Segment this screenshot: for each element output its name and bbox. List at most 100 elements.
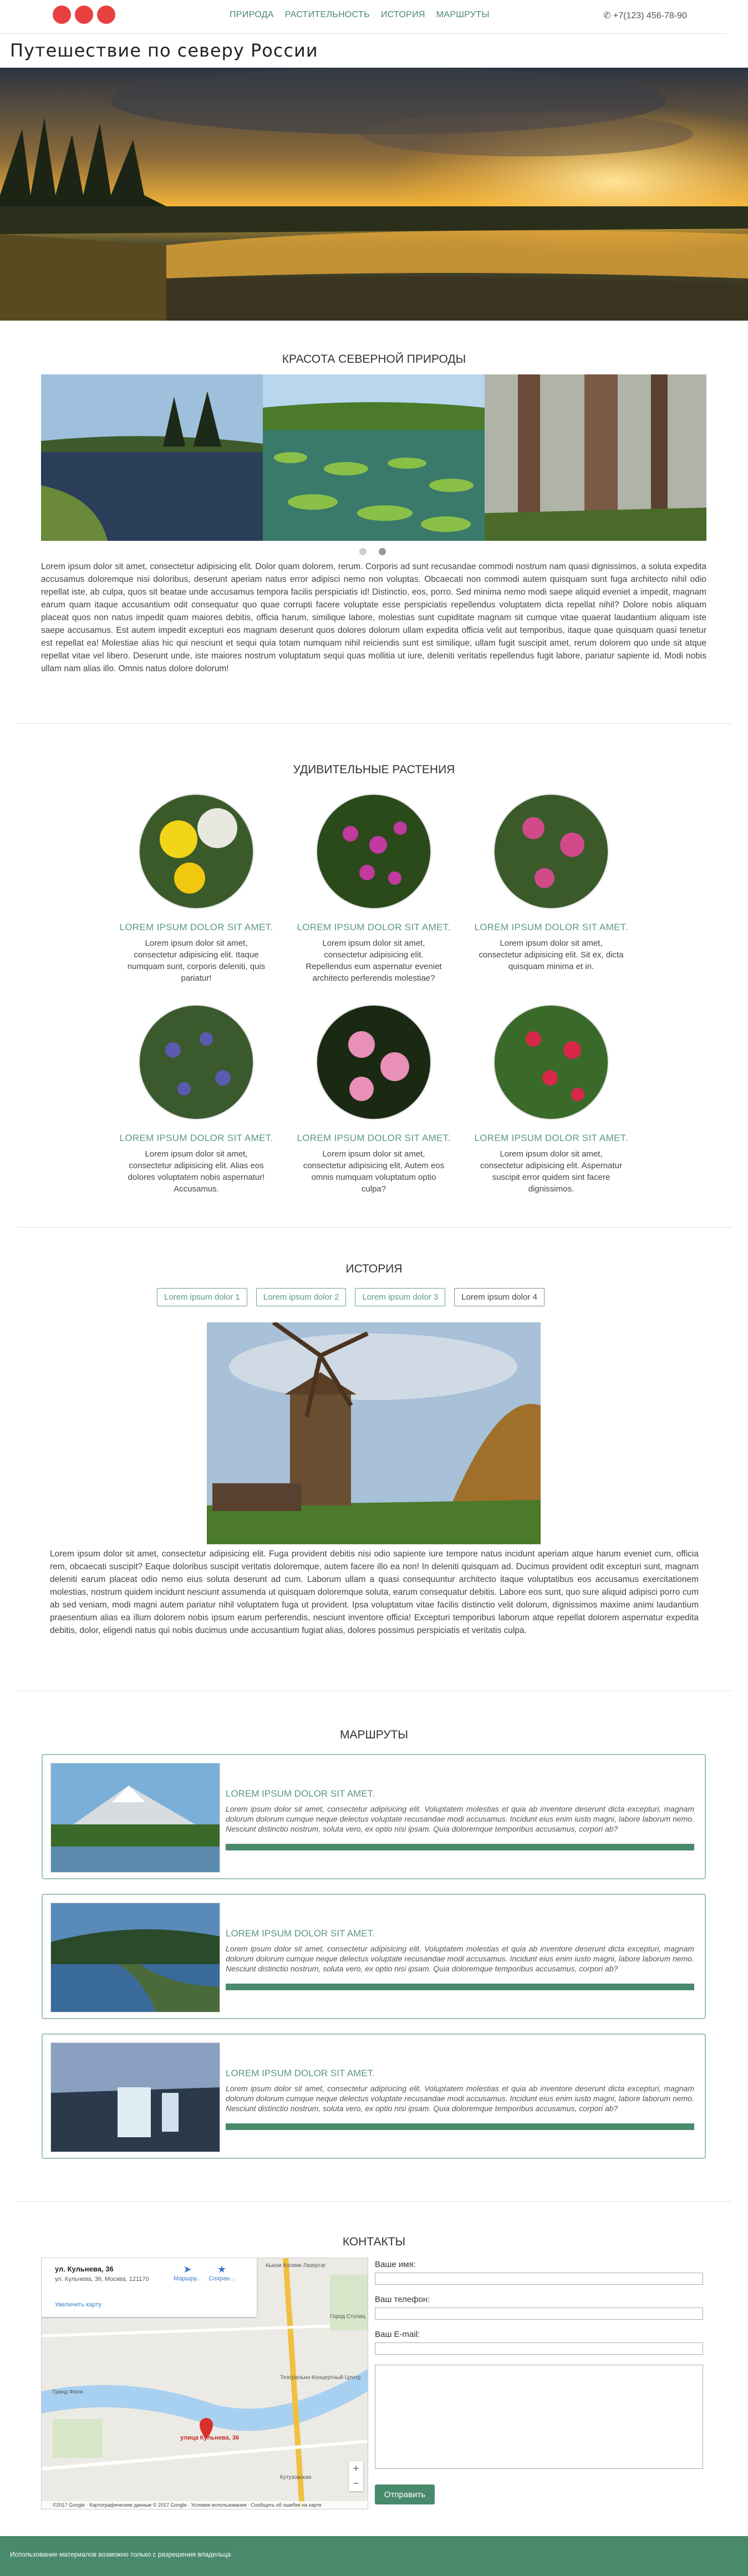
plant-heading: LOREM IPSUM DOLOR SIT AMET. bbox=[297, 922, 451, 932]
map-pin-label: улица Кульнева, 36 bbox=[180, 2435, 240, 2441]
email-field[interactable] bbox=[375, 2342, 703, 2355]
route-heading: LOREM IPSUM DOLOR SIT AMET. bbox=[226, 1928, 375, 1939]
phone-icon: ✆ bbox=[603, 11, 611, 21]
map-label: Театрально-Концертный Центр bbox=[280, 2375, 361, 2381]
carousel-indicators bbox=[359, 548, 386, 555]
tab-history-2[interactable]: Lorem ipsum dolor 2 bbox=[256, 1288, 347, 1306]
save-button-label: Сохран... bbox=[208, 2275, 235, 2282]
phone-field[interactable] bbox=[375, 2308, 703, 2320]
tab-history-4[interactable]: Lorem ipsum dolor 4 bbox=[454, 1288, 545, 1306]
routes-section-title: МАРШРУТЫ bbox=[339, 1728, 409, 1741]
section-divider bbox=[17, 723, 732, 724]
route-image bbox=[50, 1763, 220, 1873]
contacts-section-title: КОНТАКТЫ bbox=[342, 2235, 406, 2248]
nav-link-nature[interactable]: ПРИРОДА bbox=[230, 10, 274, 20]
email-label: Ваш E-mail: bbox=[375, 2330, 420, 2339]
map-label: Кьюзи Космик Лазертаг bbox=[266, 2263, 326, 2269]
plants-section-title: УДИВИТЕЛЬНЫЕ РАСТЕНИЯ bbox=[293, 763, 455, 776]
star-icon: ★ bbox=[217, 2264, 227, 2275]
contact-form: Ваше имя: Ваш телефон: Ваш E-mail: bbox=[375, 2260, 703, 2469]
plant-heading: LOREM IPSUM DOLOR SIT AMET. bbox=[119, 922, 273, 932]
plant-card: LOREM IPSUM DOLOR SIT AMET. Lorem ipsum … bbox=[473, 1005, 629, 1195]
history-section-title: ИСТОРИЯ bbox=[345, 1262, 403, 1275]
nav-link-plants[interactable]: РАСТИТЕЛЬНОСТЬ bbox=[285, 10, 370, 20]
route-card: LOREM IPSUM DOLOR SIT AMET. Lorem ipsum … bbox=[42, 1754, 706, 1879]
route-button-label: Маршру... bbox=[174, 2275, 201, 2282]
top-bar: ПРИРОДА РАСТИТЕЛЬНОСТЬ ИСТОРИЯ МАРШРУТЫ … bbox=[0, 0, 748, 31]
google-map[interactable]: ул. Кульнева, 36 ул. Кульнева, 36, Москв… bbox=[41, 2258, 368, 2509]
name-field[interactable] bbox=[375, 2273, 703, 2285]
logo-dot bbox=[97, 6, 115, 24]
directions-icon: ➤ bbox=[183, 2264, 192, 2275]
zoom-out-icon[interactable]: − bbox=[349, 2476, 363, 2491]
plant-text: Lorem ipsum dolor sit amet, consectetur … bbox=[479, 939, 624, 971]
map-label: Кутузовская bbox=[280, 2474, 312, 2481]
hero-image bbox=[0, 68, 748, 321]
route-image bbox=[50, 1903, 220, 2012]
map-label: Гранд Фили bbox=[53, 2389, 83, 2395]
tab-history-3[interactable]: Lorem ipsum dolor 3 bbox=[355, 1288, 446, 1306]
send-button[interactable]: Отправить bbox=[375, 2484, 435, 2504]
nav-link-history[interactable]: ИСТОРИЯ bbox=[381, 10, 425, 20]
plant-image bbox=[139, 794, 253, 909]
page-title: Путешествие по северу России bbox=[10, 40, 318, 61]
zoom-in-icon[interactable]: + bbox=[349, 2461, 363, 2476]
logo-dot bbox=[75, 6, 93, 24]
route-button[interactable]: ➤ Маршру... bbox=[174, 2264, 201, 2282]
plant-image bbox=[317, 1005, 431, 1119]
phone-text: +7(123) 456-78-90 bbox=[613, 11, 687, 21]
route-card: LOREM IPSUM DOLOR SIT AMET. Lorem ipsum … bbox=[42, 1894, 706, 2019]
history-tabs: Lorem ipsum dolor 1 Lorem ipsum dolor 2 … bbox=[157, 1288, 545, 1306]
history-image bbox=[207, 1322, 541, 1544]
footer-text: Использование материалов возможно только… bbox=[10, 2550, 231, 2558]
plant-heading: LOREM IPSUM DOLOR SIT AMET. bbox=[119, 1133, 273, 1143]
phone-label: Ваш телефон: bbox=[375, 2295, 430, 2304]
carousel-slide bbox=[485, 374, 706, 541]
map-label: Город Столиц bbox=[330, 2314, 366, 2320]
route-bar bbox=[226, 1844, 694, 1850]
route-text: Lorem ipsum dolor sit amet, consectetur … bbox=[226, 1944, 694, 1973]
plant-image bbox=[139, 1005, 253, 1119]
carousel-slide bbox=[263, 374, 485, 541]
route-card: LOREM IPSUM DOLOR SIT AMET. Lorem ipsum … bbox=[42, 2034, 706, 2159]
message-field[interactable] bbox=[375, 2365, 703, 2469]
phone-number[interactable]: ✆ +7(123) 456-78-90 bbox=[603, 10, 687, 21]
tab-history-1[interactable]: Lorem ipsum dolor 1 bbox=[157, 1288, 247, 1306]
map-footer: ©2017 Google · Картографические данные ©… bbox=[42, 2501, 368, 2509]
name-label: Ваше имя: bbox=[375, 2260, 416, 2269]
nature-text: Lorem ipsum dolor sit amet, consectetur … bbox=[41, 562, 706, 673]
plant-heading: LOREM IPSUM DOLOR SIT AMET. bbox=[297, 1133, 451, 1143]
map-place-title: ул. Кульнева, 36 bbox=[55, 2265, 114, 2273]
main-nav: ПРИРОДА РАСТИТЕЛЬНОСТЬ ИСТОРИЯ МАРШРУТЫ bbox=[230, 10, 490, 20]
nature-carousel[interactable] bbox=[41, 374, 706, 541]
plant-card: LOREM IPSUM DOLOR SIT AMET. Lorem ipsum … bbox=[296, 1005, 452, 1195]
save-place-button[interactable]: ★ Сохран... bbox=[208, 2264, 236, 2282]
map-place-address: ул. Кульнева, 36, Москва, 121170 bbox=[55, 2276, 149, 2283]
plant-image bbox=[494, 794, 608, 909]
nature-section-title: КРАСОТА СЕВЕРНОЙ ПРИРОДЫ bbox=[282, 353, 466, 366]
plant-text: Lorem ipsum dolor sit amet, consectetur … bbox=[306, 939, 442, 983]
plant-heading: LOREM IPSUM DOLOR SIT AMET. bbox=[474, 922, 628, 932]
carousel-slide bbox=[41, 374, 263, 541]
zoom-control[interactable]: + − bbox=[349, 2461, 363, 2491]
plant-text: Lorem ipsum dolor sit amet, consectetur … bbox=[127, 939, 266, 983]
carousel-dot[interactable] bbox=[359, 548, 367, 555]
footer: Использование материалов возможно только… bbox=[0, 2536, 748, 2576]
plant-text: Lorem ipsum dolor sit amet, consectetur … bbox=[128, 1149, 265, 1194]
larger-map-link[interactable]: Увеличить карту bbox=[55, 2301, 101, 2308]
route-text: Lorem ipsum dolor sit amet, consectetur … bbox=[226, 2084, 694, 2113]
map-info-card: ул. Кульнева, 36 ул. Кульнева, 36, Москв… bbox=[42, 2258, 257, 2317]
header-divider bbox=[0, 33, 726, 34]
nav-link-routes[interactable]: МАРШРУТЫ bbox=[436, 10, 490, 20]
carousel-dot-active[interactable] bbox=[379, 548, 386, 555]
route-heading: LOREM IPSUM DOLOR SIT AMET. bbox=[226, 2068, 375, 2078]
route-text: Lorem ipsum dolor sit amet, consectetur … bbox=[226, 1804, 694, 1833]
plant-text: Lorem ipsum dolor sit amet, consectetur … bbox=[303, 1149, 445, 1194]
section-divider bbox=[17, 1227, 732, 1228]
plant-text: Lorem ipsum dolor sit amet, consectetur … bbox=[480, 1149, 622, 1194]
plant-image bbox=[494, 1005, 608, 1119]
logo-dot bbox=[53, 6, 71, 24]
plant-card: LOREM IPSUM DOLOR SIT AMET. Lorem ipsum … bbox=[473, 794, 629, 972]
route-image bbox=[50, 2042, 220, 2152]
route-heading: LOREM IPSUM DOLOR SIT AMET. bbox=[226, 1788, 375, 1799]
